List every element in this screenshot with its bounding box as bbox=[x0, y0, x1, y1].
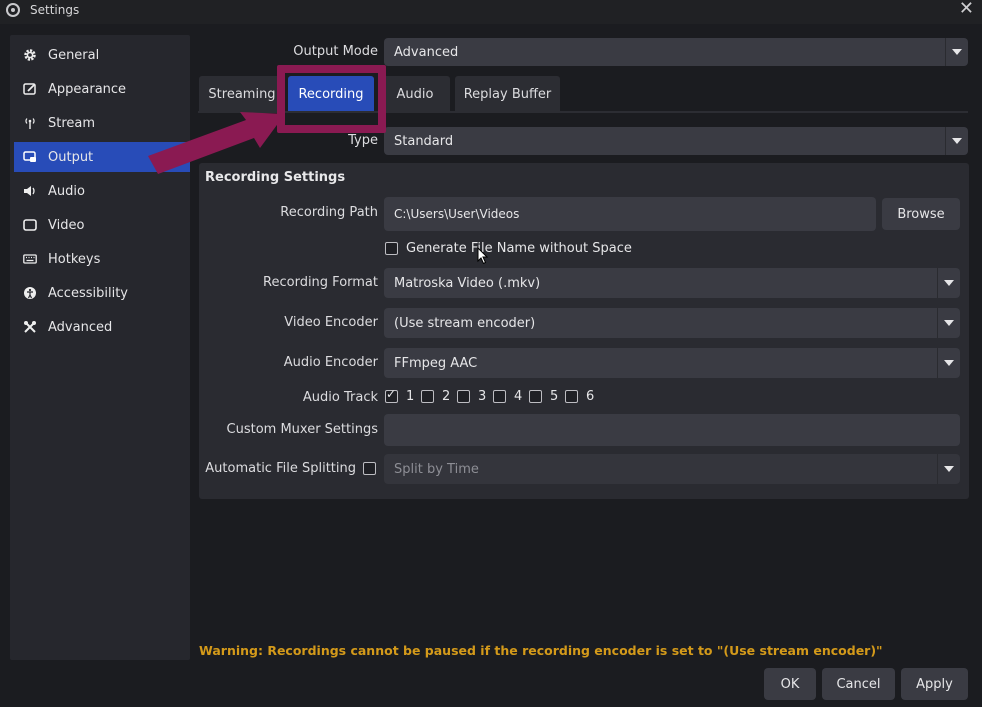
gear-icon bbox=[22, 47, 38, 63]
recording-path-field[interactable]: C:\Users\User\Videos bbox=[384, 197, 876, 231]
sidebar-item-label: Stream bbox=[48, 115, 96, 131]
sidebar-item-label: Hotkeys bbox=[48, 251, 101, 267]
sidebar-item-label: Output bbox=[48, 149, 94, 165]
tab-audio[interactable]: Audio bbox=[380, 76, 450, 112]
audio-track-2-checkbox[interactable] bbox=[421, 390, 434, 403]
ok-button[interactable]: OK bbox=[764, 668, 816, 700]
audio-track-label: Audio Track bbox=[302, 390, 378, 405]
sidebar-item-general[interactable]: General bbox=[14, 40, 190, 70]
video-encoder-dropdown[interactable]: (Use stream encoder) bbox=[384, 308, 960, 338]
output-icon bbox=[22, 149, 38, 165]
output-mode-dropdown[interactable]: Advanced bbox=[384, 38, 968, 66]
accessibility-icon bbox=[22, 285, 38, 301]
tools-icon bbox=[22, 319, 38, 335]
video-encoder-label: Video Encoder bbox=[284, 315, 378, 330]
audio-encoder-value: FFmpeg AAC bbox=[394, 355, 478, 371]
cancel-button[interactable]: Cancel bbox=[822, 668, 895, 700]
tab-divider bbox=[198, 111, 968, 113]
audio-track-4-label: 4 bbox=[514, 389, 523, 404]
close-icon[interactable]: ✕ bbox=[959, 0, 974, 18]
output-mode-label: Output Mode bbox=[293, 44, 378, 59]
appearance-icon bbox=[22, 81, 38, 97]
chevron-down-icon bbox=[937, 268, 960, 298]
sidebar-item-stream[interactable]: Stream bbox=[14, 108, 190, 138]
recording-format-label: Recording Format bbox=[263, 275, 378, 290]
sidebar-item-label: Accessibility bbox=[48, 285, 128, 301]
apply-button[interactable]: Apply bbox=[901, 668, 968, 700]
sidebar-item-audio[interactable]: Audio bbox=[14, 176, 190, 206]
recording-path-label: Recording Path bbox=[280, 205, 378, 220]
sidebar-item-label: Video bbox=[48, 217, 85, 233]
audio-track-1-checkbox[interactable] bbox=[385, 387, 398, 403]
split-mode-dropdown[interactable]: Split by Time bbox=[384, 454, 960, 484]
sidebar-item-label: Advanced bbox=[48, 319, 113, 335]
audio-track-6-label: 6 bbox=[586, 389, 595, 404]
audio-track-2-label: 2 bbox=[442, 389, 451, 404]
type-value: Standard bbox=[394, 133, 454, 149]
recording-settings-title: Recording Settings bbox=[205, 170, 346, 185]
settings-sidebar: General Appearance Stream Output Audio V… bbox=[10, 35, 190, 660]
audio-track-3-label: 3 bbox=[478, 389, 487, 404]
speaker-icon bbox=[22, 183, 38, 199]
sidebar-item-accessibility[interactable]: Accessibility bbox=[14, 278, 190, 308]
generate-filename-checkbox[interactable] bbox=[385, 242, 398, 255]
recording-format-dropdown[interactable]: Matroska Video (.mkv) bbox=[384, 268, 960, 298]
chevron-down-icon bbox=[945, 127, 968, 155]
monitor-icon bbox=[22, 217, 38, 233]
window-title: Settings bbox=[30, 3, 80, 17]
sidebar-item-label: Audio bbox=[48, 183, 85, 199]
title-bar: Settings ✕ bbox=[0, 0, 982, 24]
sidebar-item-label: General bbox=[48, 47, 100, 63]
chevron-down-icon bbox=[937, 308, 960, 338]
antenna-icon bbox=[22, 115, 38, 131]
audio-track-5-label: 5 bbox=[550, 389, 559, 404]
audio-track-4-checkbox[interactable] bbox=[493, 390, 506, 403]
sidebar-item-appearance[interactable]: Appearance bbox=[14, 74, 190, 104]
audio-track-6-checkbox[interactable] bbox=[565, 390, 578, 403]
sidebar-item-label: Appearance bbox=[48, 81, 127, 97]
chevron-down-icon bbox=[937, 454, 960, 484]
custom-muxer-label: Custom Muxer Settings bbox=[226, 422, 378, 437]
generate-filename-label: Generate File Name without Space bbox=[406, 241, 632, 256]
type-label: Type bbox=[348, 133, 378, 148]
mouse-cursor-icon bbox=[477, 247, 489, 265]
chevron-down-icon bbox=[945, 38, 968, 66]
sidebar-item-output[interactable]: Output bbox=[14, 142, 190, 172]
output-mode-value: Advanced bbox=[394, 44, 459, 60]
chevron-down-icon bbox=[937, 348, 960, 378]
audio-encoder-dropdown[interactable]: FFmpeg AAC bbox=[384, 348, 960, 378]
custom-muxer-field[interactable] bbox=[384, 414, 960, 446]
audio-encoder-label: Audio Encoder bbox=[283, 355, 378, 370]
video-encoder-value: (Use stream encoder) bbox=[394, 315, 536, 331]
sidebar-item-hotkeys[interactable]: Hotkeys bbox=[14, 244, 190, 274]
auto-split-label: Automatic File Splitting bbox=[205, 461, 356, 476]
auto-split-checkbox[interactable] bbox=[363, 462, 376, 475]
tab-streaming[interactable]: Streaming bbox=[199, 76, 285, 112]
audio-track-5-checkbox[interactable] bbox=[529, 390, 542, 403]
audio-track-1-label: 1 bbox=[406, 389, 415, 404]
audio-track-3-checkbox[interactable] bbox=[457, 390, 470, 403]
keyboard-icon bbox=[22, 251, 38, 267]
encoder-warning: Warning: Recordings cannot be paused if … bbox=[199, 643, 883, 658]
tab-replay-buffer[interactable]: Replay Buffer bbox=[455, 76, 560, 112]
tab-recording[interactable]: Recording bbox=[288, 76, 374, 112]
sidebar-item-video[interactable]: Video bbox=[14, 210, 190, 240]
browse-button[interactable]: Browse bbox=[882, 198, 960, 230]
obs-logo-icon bbox=[6, 3, 20, 17]
split-mode-value: Split by Time bbox=[394, 461, 479, 477]
sidebar-item-advanced[interactable]: Advanced bbox=[14, 312, 190, 342]
type-dropdown[interactable]: Standard bbox=[384, 127, 968, 155]
recording-format-value: Matroska Video (.mkv) bbox=[394, 275, 541, 291]
